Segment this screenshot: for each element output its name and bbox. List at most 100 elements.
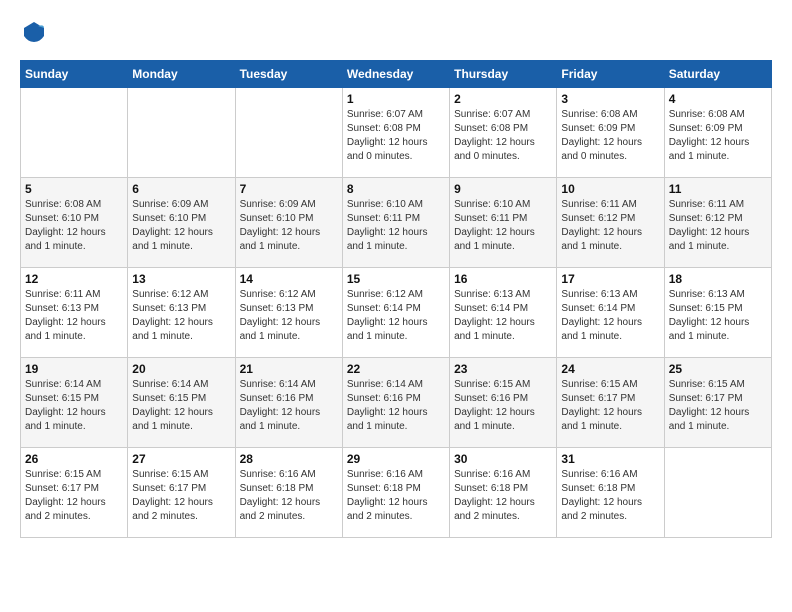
day-number: 3	[561, 92, 659, 106]
day-info: Sunrise: 6:15 AM Sunset: 6:17 PM Dayligh…	[561, 378, 659, 434]
day-number: 20	[132, 362, 230, 376]
day-header-friday: Friday	[557, 61, 664, 88]
day-header-tuesday: Tuesday	[235, 61, 342, 88]
day-header-wednesday: Wednesday	[342, 61, 449, 88]
day-info: Sunrise: 6:14 AM Sunset: 6:15 PM Dayligh…	[132, 378, 230, 434]
day-info: Sunrise: 6:08 AM Sunset: 6:10 PM Dayligh…	[25, 198, 123, 254]
day-info: Sunrise: 6:14 AM Sunset: 6:15 PM Dayligh…	[25, 378, 123, 434]
day-number: 5	[25, 182, 123, 196]
day-info: Sunrise: 6:16 AM Sunset: 6:18 PM Dayligh…	[561, 468, 659, 524]
day-info: Sunrise: 6:14 AM Sunset: 6:16 PM Dayligh…	[347, 378, 445, 434]
calendar-cell: 4 Sunrise: 6:08 AM Sunset: 6:09 PM Daylig…	[664, 88, 771, 178]
day-info: Sunrise: 6:15 AM Sunset: 6:17 PM Dayligh…	[132, 468, 230, 524]
day-number: 31	[561, 452, 659, 466]
day-info: Sunrise: 6:15 AM Sunset: 6:16 PM Dayligh…	[454, 378, 552, 434]
calendar-cell: 5 Sunrise: 6:08 AM Sunset: 6:10 PM Daylig…	[21, 178, 128, 268]
calendar-cell: 19 Sunrise: 6:14 AM Sunset: 6:15 PM Dayli…	[21, 358, 128, 448]
day-number: 18	[669, 272, 767, 286]
day-info: Sunrise: 6:11 AM Sunset: 6:12 PM Dayligh…	[669, 198, 767, 254]
day-number: 24	[561, 362, 659, 376]
calendar-cell: 24 Sunrise: 6:15 AM Sunset: 6:17 PM Dayli…	[557, 358, 664, 448]
day-info: Sunrise: 6:09 AM Sunset: 6:10 PM Dayligh…	[240, 198, 338, 254]
day-number: 17	[561, 272, 659, 286]
day-number: 8	[347, 182, 445, 196]
day-info: Sunrise: 6:13 AM Sunset: 6:14 PM Dayligh…	[454, 288, 552, 344]
page-header	[20, 20, 772, 44]
calendar-cell: 21 Sunrise: 6:14 AM Sunset: 6:16 PM Dayli…	[235, 358, 342, 448]
calendar-cell: 26Sunrise: 6:15 AM Sunset: 6:17 PM Dayli…	[21, 448, 128, 538]
calendar-cell: 29Sunrise: 6:16 AM Sunset: 6:18 PM Dayli…	[342, 448, 449, 538]
calendar-cell: 7 Sunrise: 6:09 AM Sunset: 6:10 PM Daylig…	[235, 178, 342, 268]
calendar-cell: 18 Sunrise: 6:13 AM Sunset: 6:15 PM Dayli…	[664, 268, 771, 358]
day-info: Sunrise: 6:12 AM Sunset: 6:14 PM Dayligh…	[347, 288, 445, 344]
day-info: Sunrise: 6:08 AM Sunset: 6:09 PM Dayligh…	[561, 108, 659, 164]
day-number: 26	[25, 452, 123, 466]
day-number: 6	[132, 182, 230, 196]
day-header-thursday: Thursday	[450, 61, 557, 88]
day-number: 10	[561, 182, 659, 196]
calendar-cell: 16 Sunrise: 6:13 AM Sunset: 6:14 PM Dayli…	[450, 268, 557, 358]
calendar-cell: 9 Sunrise: 6:10 AM Sunset: 6:11 PM Daylig…	[450, 178, 557, 268]
day-number: 25	[669, 362, 767, 376]
day-info: Sunrise: 6:11 AM Sunset: 6:13 PM Dayligh…	[25, 288, 123, 344]
calendar-cell: 30 Sunrise: 6:16 AM Sunset: 6:18 PM Dayli…	[450, 448, 557, 538]
calendar-cell	[128, 88, 235, 178]
calendar-cell	[21, 88, 128, 178]
calendar-cell: 23 Sunrise: 6:15 AM Sunset: 6:16 PM Dayli…	[450, 358, 557, 448]
day-info: Sunrise: 6:12 AM Sunset: 6:13 PM Dayligh…	[240, 288, 338, 344]
day-header-monday: Monday	[128, 61, 235, 88]
day-info: Sunrise: 6:10 AM Sunset: 6:11 PM Dayligh…	[454, 198, 552, 254]
calendar-cell: 15Sunrise: 6:12 AM Sunset: 6:14 PM Dayli…	[342, 268, 449, 358]
day-info: Sunrise: 6:13 AM Sunset: 6:14 PM Dayligh…	[561, 288, 659, 344]
calendar-cell: 12 Sunrise: 6:11 AM Sunset: 6:13 PM Dayli…	[21, 268, 128, 358]
day-number: 11	[669, 182, 767, 196]
calendar-week-2: 5 Sunrise: 6:08 AM Sunset: 6:10 PM Daylig…	[21, 178, 772, 268]
day-number: 1	[347, 92, 445, 106]
day-info: Sunrise: 6:16 AM Sunset: 6:18 PM Dayligh…	[240, 468, 338, 524]
day-number: 12	[25, 272, 123, 286]
calendar-week-3: 12 Sunrise: 6:11 AM Sunset: 6:13 PM Dayli…	[21, 268, 772, 358]
day-number: 29	[347, 452, 445, 466]
calendar-cell: 3 Sunrise: 6:08 AM Sunset: 6:09 PM Daylig…	[557, 88, 664, 178]
calendar-cell	[664, 448, 771, 538]
calendar-cell: 25 Sunrise: 6:15 AM Sunset: 6:17 PM Dayli…	[664, 358, 771, 448]
calendar-cell: 20 Sunrise: 6:14 AM Sunset: 6:15 PM Dayli…	[128, 358, 235, 448]
day-number: 7	[240, 182, 338, 196]
calendar-cell: 14Sunrise: 6:12 AM Sunset: 6:13 PM Dayli…	[235, 268, 342, 358]
calendar-week-1: 1 Sunrise: 6:07 AM Sunset: 6:08 PM Daylig…	[21, 88, 772, 178]
day-number: 21	[240, 362, 338, 376]
calendar-header-row: SundayMondayTuesdayWednesdayThursdayFrid…	[21, 61, 772, 88]
day-info: Sunrise: 6:16 AM Sunset: 6:18 PM Dayligh…	[454, 468, 552, 524]
calendar-cell: 2 Sunrise: 6:07 AM Sunset: 6:08 PM Daylig…	[450, 88, 557, 178]
day-number: 9	[454, 182, 552, 196]
day-number: 4	[669, 92, 767, 106]
day-info: Sunrise: 6:15 AM Sunset: 6:17 PM Dayligh…	[669, 378, 767, 434]
calendar-cell: 11 Sunrise: 6:11 AM Sunset: 6:12 PM Dayli…	[664, 178, 771, 268]
calendar-cell: 6 Sunrise: 6:09 AM Sunset: 6:10 PM Daylig…	[128, 178, 235, 268]
calendar-week-5: 26 Sunrise: 6:15 AM Sunset: 6:17 PM Dayli…	[21, 448, 772, 538]
day-info: Sunrise: 6:07 AM Sunset: 6:08 PM Dayligh…	[454, 108, 552, 164]
day-info: Sunrise: 6:09 AM Sunset: 6:10 PM Dayligh…	[132, 198, 230, 254]
calendar-cell: 27Sunrise: 6:15 AM Sunset: 6:17 PM Dayli…	[128, 448, 235, 538]
day-info: Sunrise: 6:10 AM Sunset: 6:11 PM Dayligh…	[347, 198, 445, 254]
calendar-cell: 17 Sunrise: 6:13 AM Sunset: 6:14 PM Dayli…	[557, 268, 664, 358]
calendar-cell	[235, 88, 342, 178]
calendar-cell: 8 Sunrise: 6:10 AM Sunset: 6:11 PM Daylig…	[342, 178, 449, 268]
day-number: 28	[240, 452, 338, 466]
calendar-cell: 28 Sunrise: 6:16 AM Sunset: 6:18 PM Dayli…	[235, 448, 342, 538]
day-info: Sunrise: 6:14 AM Sunset: 6:16 PM Dayligh…	[240, 378, 338, 434]
day-number: 19	[25, 362, 123, 376]
day-info: Sunrise: 6:12 AM Sunset: 6:13 PM Dayligh…	[132, 288, 230, 344]
calendar-cell: 31 Sunrise: 6:16 AM Sunset: 6:18 PM Dayli…	[557, 448, 664, 538]
day-header-saturday: Saturday	[664, 61, 771, 88]
day-info: Sunrise: 6:11 AM Sunset: 6:12 PM Dayligh…	[561, 198, 659, 254]
day-info: Sunrise: 6:07 AM Sunset: 6:08 PM Dayligh…	[347, 108, 445, 164]
day-number: 23	[454, 362, 552, 376]
day-number: 30	[454, 452, 552, 466]
calendar-table: SundayMondayTuesdayWednesdayThursdayFrid…	[20, 60, 772, 538]
day-number: 2	[454, 92, 552, 106]
day-info: Sunrise: 6:13 AM Sunset: 6:15 PM Dayligh…	[669, 288, 767, 344]
day-number: 16	[454, 272, 552, 286]
day-info: Sunrise: 6:08 AM Sunset: 6:09 PM Dayligh…	[669, 108, 767, 164]
day-number: 22	[347, 362, 445, 376]
